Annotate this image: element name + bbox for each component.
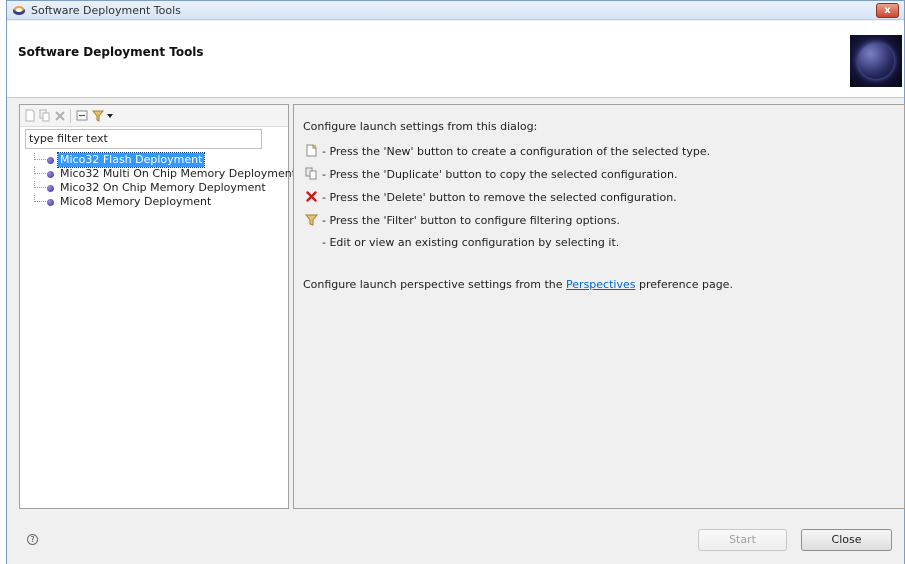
delete-icon (306, 191, 317, 202)
start-button[interactable]: Start (698, 529, 787, 551)
hint-filter: - Press the 'Filter' button to configure… (305, 213, 620, 229)
close-window-button[interactable]: x (876, 3, 899, 18)
hint-edit: - Edit or view an existing configuration… (322, 236, 619, 252)
hint-text: - Press the 'Duplicate' button to copy t… (322, 168, 678, 181)
tree-item-mico32-flash[interactable]: Mico32 Flash Deployment (24, 152, 286, 168)
hint-duplicate: - Press the 'Duplicate' button to copy t… (305, 167, 677, 183)
view-menu-icon[interactable] (106, 109, 114, 122)
tree-item-label: Mico32 On Chip Memory Deployment (60, 181, 266, 194)
tree-item-mico8-memory[interactable]: Mico8 Memory Deployment (24, 195, 286, 209)
app-icon (13, 6, 25, 15)
delete-icon[interactable] (54, 109, 66, 122)
duplicate-icon[interactable] (39, 109, 51, 122)
config-type-icon (47, 199, 54, 206)
page-title: Software Deployment Tools (18, 45, 204, 59)
tree-item-label: Mico8 Memory Deployment (60, 195, 212, 208)
duplicate-icon (305, 167, 317, 180)
eclipse-orb-icon (858, 43, 894, 79)
filter-icon (305, 214, 318, 226)
banner-image (850, 35, 902, 87)
intro-text: Configure launch settings from this dial… (303, 120, 538, 133)
tree-item-label: Mico32 Multi On Chip Memory Deployment (60, 167, 297, 180)
collapse-all-icon[interactable] (76, 109, 88, 122)
perspectives-link[interactable]: Perspectives (566, 278, 635, 291)
hint-text: - Press the 'New' button to create a con… (322, 145, 711, 158)
config-type-icon (47, 171, 54, 178)
config-type-icon (47, 157, 54, 164)
window-title: Software Deployment Tools (31, 4, 181, 17)
new-icon (306, 144, 317, 157)
perspective-suffix: preference page. (635, 278, 733, 291)
tree-item-label: Mico32 Flash Deployment (56, 152, 206, 168)
list-toolbar (20, 105, 288, 127)
perspective-prefix: Configure launch perspective settings fr… (303, 278, 567, 291)
dialog-header: Software Deployment Tools (7, 21, 904, 98)
hint-new: - Press the 'New' button to create a con… (305, 144, 710, 160)
hint-text: - Edit or view an existing configuration… (322, 236, 620, 249)
hint-text: - Press the 'Delete' button to remove th… (322, 191, 677, 204)
filter-input[interactable]: type filter text (25, 129, 262, 149)
dialog-window: Software Deployment Tools x Software Dep… (6, 0, 905, 564)
close-button[interactable]: Close (801, 529, 892, 551)
hint-delete: - Press the 'Delete' button to remove th… (305, 190, 677, 206)
button-bar: ? Start Close (7, 513, 904, 564)
instructions-panel: Configure launch settings from this dial… (293, 104, 905, 509)
help-icon[interactable]: ? (27, 534, 38, 545)
configuration-tree: Mico32 Flash Deployment Mico32 Multi On … (24, 152, 296, 209)
new-config-icon[interactable] (24, 109, 36, 122)
config-type-icon (47, 185, 54, 192)
filter-icon[interactable] (92, 109, 104, 122)
hint-text: - Press the 'Filter' button to configure… (322, 214, 620, 227)
tree-item-mico32-on-chip[interactable]: Mico32 On Chip Memory Deployment (24, 181, 286, 195)
configuration-list-panel: type filter text Mico32 Flash Deployment… (19, 104, 296, 509)
title-bar: Software Deployment Tools x (7, 1, 904, 20)
tree-item-mico32-multi-on-chip[interactable]: Mico32 Multi On Chip Memory Deployment (24, 167, 296, 181)
perspective-text: Configure launch perspective settings fr… (303, 278, 733, 291)
toolbar-separator (70, 109, 71, 123)
